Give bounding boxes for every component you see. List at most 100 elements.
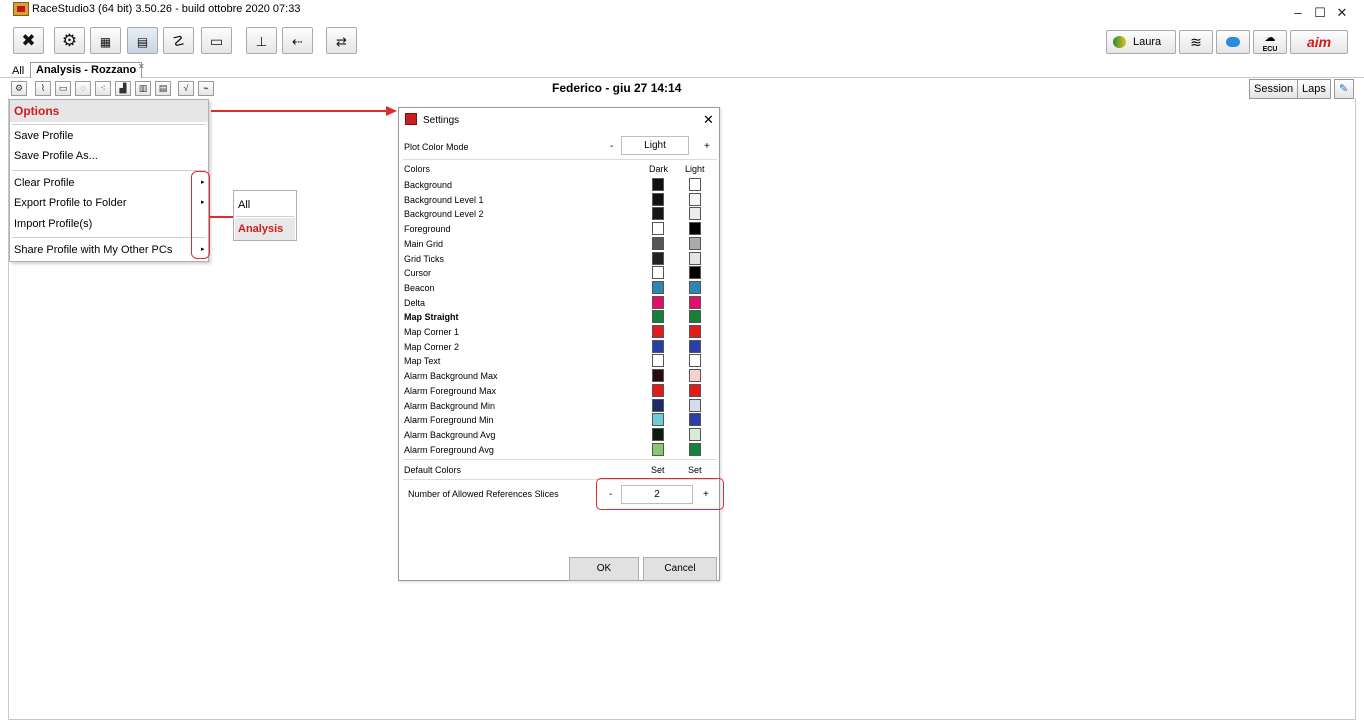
options-button[interactable]: ⚙ bbox=[11, 81, 27, 96]
light-color-swatch[interactable] bbox=[689, 340, 701, 353]
track-tool-button[interactable]: ◌ bbox=[75, 81, 91, 96]
settings-close-button[interactable]: ✕ bbox=[703, 112, 714, 128]
divider bbox=[403, 159, 717, 160]
light-color-swatch[interactable] bbox=[689, 252, 701, 265]
dark-color-swatch[interactable] bbox=[652, 399, 664, 412]
dark-color-swatch[interactable] bbox=[652, 354, 664, 367]
data-download-button[interactable]: ⊥ bbox=[246, 27, 277, 54]
menu-item-share-profile[interactable]: Share Profile with My Other PCs bbox=[14, 244, 172, 256]
dark-color-swatch[interactable] bbox=[652, 252, 664, 265]
menu-separator bbox=[236, 216, 294, 217]
light-color-swatch[interactable] bbox=[689, 178, 701, 191]
light-color-swatch[interactable] bbox=[689, 399, 701, 412]
analysis-icon: ▤ bbox=[136, 35, 149, 49]
light-color-swatch[interactable] bbox=[689, 207, 701, 220]
dark-color-swatch[interactable] bbox=[652, 193, 664, 206]
math-tool-button[interactable]: √ bbox=[178, 81, 194, 96]
menu-separator bbox=[12, 237, 206, 238]
dark-color-swatch[interactable] bbox=[652, 266, 664, 279]
measures-button[interactable]: ⌇ bbox=[35, 81, 51, 96]
tab-close-icon[interactable]: ✕ bbox=[138, 62, 145, 71]
dark-color-swatch[interactable] bbox=[652, 413, 664, 426]
ecu-button[interactable]: ☁ ECU bbox=[1253, 30, 1287, 54]
light-color-swatch[interactable] bbox=[689, 237, 701, 250]
menu-separator bbox=[12, 124, 206, 125]
light-color-swatch[interactable] bbox=[689, 325, 701, 338]
table-tool-button[interactable]: ▤ bbox=[155, 81, 171, 96]
histogram-tool-button[interactable]: ▟ bbox=[115, 81, 131, 96]
dark-color-swatch[interactable] bbox=[652, 384, 664, 397]
transfer-button[interactable]: ⇠ bbox=[282, 27, 313, 54]
submenu-item-analysis[interactable]: Analysis bbox=[235, 218, 295, 240]
menu-item-import-profiles[interactable]: Import Profile(s) bbox=[14, 218, 92, 230]
light-color-swatch[interactable] bbox=[689, 384, 701, 397]
wrench-button[interactable]: ✎ bbox=[1334, 79, 1354, 99]
dark-color-swatch[interactable] bbox=[652, 237, 664, 250]
chat-button[interactable] bbox=[1216, 30, 1250, 54]
set-default-dark-button[interactable]: Set bbox=[651, 465, 665, 475]
tab-all[interactable]: All bbox=[12, 65, 24, 77]
dark-color-swatch[interactable] bbox=[652, 340, 664, 353]
dark-color-swatch[interactable] bbox=[652, 369, 664, 382]
cancel-button[interactable]: Cancel bbox=[643, 557, 717, 581]
share-button[interactable]: ⇄ bbox=[326, 27, 357, 54]
dark-color-swatch[interactable] bbox=[652, 428, 664, 441]
dark-color-swatch[interactable] bbox=[652, 443, 664, 456]
light-color-swatch[interactable] bbox=[689, 193, 701, 206]
light-color-swatch[interactable] bbox=[689, 310, 701, 323]
color-row-label: Map Corner 2 bbox=[404, 342, 460, 352]
light-color-swatch[interactable] bbox=[689, 354, 701, 367]
wifi-icon: ≋ bbox=[1190, 34, 1202, 50]
light-color-swatch[interactable] bbox=[689, 296, 701, 309]
laps-button[interactable]: Laps bbox=[1297, 79, 1331, 99]
light-color-swatch[interactable] bbox=[689, 413, 701, 426]
share-icon: ⇄ bbox=[336, 34, 347, 49]
minimize-button[interactable]: – bbox=[1288, 6, 1308, 22]
dark-color-swatch[interactable] bbox=[652, 178, 664, 191]
ok-button[interactable]: OK bbox=[569, 557, 639, 581]
close-window-button[interactable]: ✕ bbox=[1332, 6, 1352, 22]
user-button[interactable]: Laura bbox=[1106, 30, 1176, 54]
configuration-button[interactable]: ⚙ bbox=[54, 27, 85, 54]
plot-mode-decrement-button[interactable]: - bbox=[610, 141, 613, 152]
light-color-swatch[interactable] bbox=[689, 222, 701, 235]
tracks-button[interactable]: ☡ bbox=[163, 27, 194, 54]
maximize-button[interactable]: ☐ bbox=[1310, 6, 1330, 22]
clapper-tool-button[interactable]: ▭ bbox=[55, 81, 71, 96]
tabs-row: All Analysis - Rozzano ✕ bbox=[0, 62, 1364, 78]
tools-button[interactable]: ✖ bbox=[13, 27, 44, 54]
plot-color-mode-value: Light bbox=[621, 136, 689, 155]
submenu-item-all[interactable]: All bbox=[238, 199, 250, 211]
dark-color-swatch[interactable] bbox=[652, 310, 664, 323]
session-button[interactable]: Session bbox=[1249, 79, 1299, 99]
dark-color-swatch[interactable] bbox=[652, 222, 664, 235]
video-button[interactable]: ▭ bbox=[201, 27, 232, 54]
dark-color-swatch[interactable] bbox=[652, 296, 664, 309]
light-color-swatch[interactable] bbox=[689, 266, 701, 279]
dark-color-swatch[interactable] bbox=[652, 281, 664, 294]
dark-color-swatch[interactable] bbox=[652, 207, 664, 220]
tab-analysis-rozzano[interactable]: Analysis - Rozzano bbox=[30, 62, 143, 78]
menu-item-save-profile[interactable]: Save Profile bbox=[14, 130, 73, 142]
analysis-button[interactable]: ▤ bbox=[127, 27, 158, 54]
color-row-label: Foreground bbox=[404, 224, 451, 234]
dark-color-swatch[interactable] bbox=[652, 325, 664, 338]
options-menu-header[interactable]: Options bbox=[10, 100, 208, 122]
menu-item-clear-profile[interactable]: Clear Profile bbox=[14, 177, 75, 189]
plot-mode-increment-button[interactable]: + bbox=[704, 141, 710, 152]
channels-tool-button[interactable]: ▥ bbox=[135, 81, 151, 96]
light-color-swatch[interactable] bbox=[689, 428, 701, 441]
track-edit-button[interactable]: ⌁ bbox=[198, 81, 214, 96]
scatter-tool-button[interactable]: ⁖ bbox=[95, 81, 111, 96]
device-button[interactable]: ▦ bbox=[90, 27, 121, 54]
wifi-button[interactable]: ≋ bbox=[1179, 30, 1213, 54]
set-default-light-button[interactable]: Set bbox=[688, 465, 702, 475]
light-color-swatch[interactable] bbox=[689, 443, 701, 456]
light-color-swatch[interactable] bbox=[689, 369, 701, 382]
aim-logo-button[interactable]: aim bbox=[1290, 30, 1348, 54]
color-row-label: Beacon bbox=[404, 283, 435, 293]
menu-item-export-profile[interactable]: Export Profile to Folder bbox=[14, 197, 127, 209]
light-color-swatch[interactable] bbox=[689, 281, 701, 294]
menu-item-save-profile-as[interactable]: Save Profile As... bbox=[14, 150, 98, 162]
gear-icon: ⚙ bbox=[14, 83, 24, 93]
